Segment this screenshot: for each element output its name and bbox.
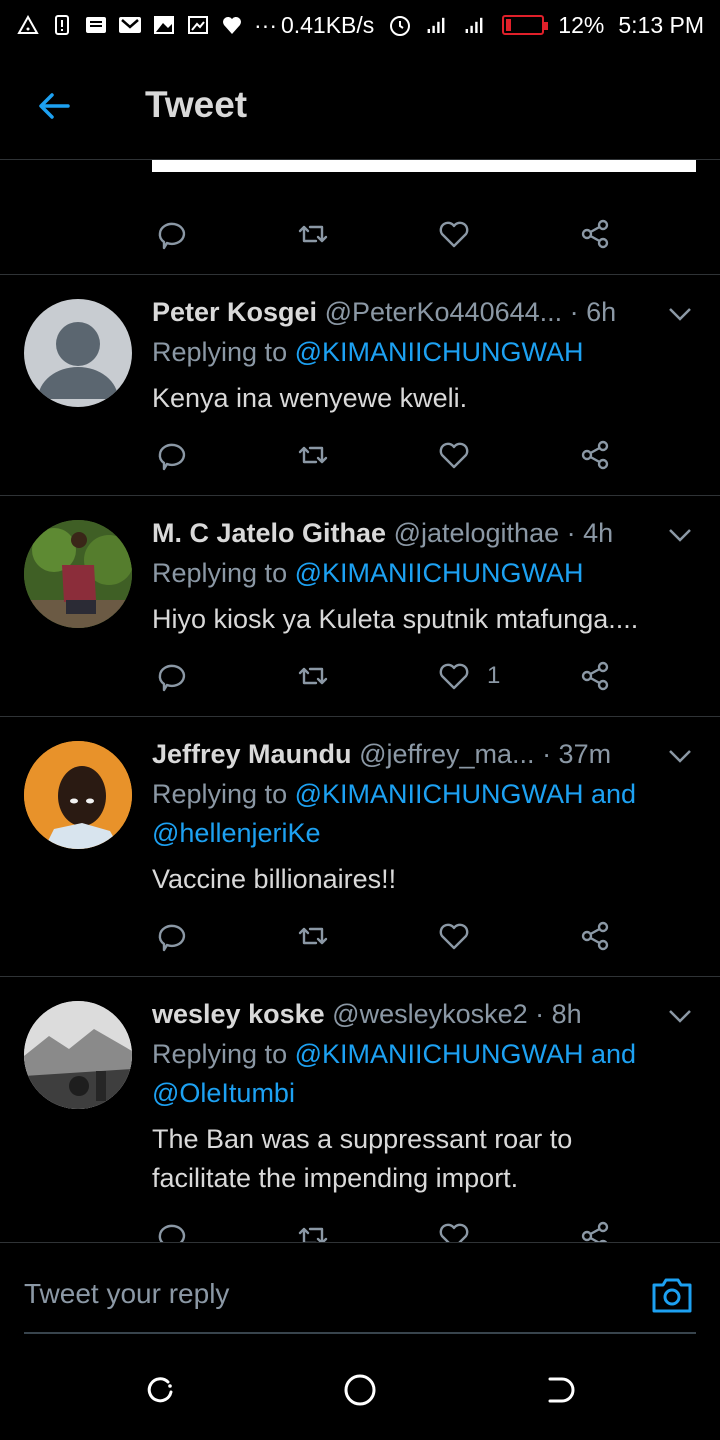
- reply-icon[interactable]: [152, 656, 192, 696]
- divider: [0, 716, 720, 717]
- timestamp: · 4h: [566, 518, 614, 548]
- heart-notification-icon: [220, 14, 244, 36]
- reply-icon[interactable]: [152, 214, 192, 254]
- reply-icon[interactable]: [152, 916, 192, 956]
- message-icon: [84, 14, 108, 36]
- chevron-down-icon[interactable]: [664, 298, 696, 330]
- tweet-text-line: The Ban was a suppressant roar to: [152, 1124, 573, 1154]
- recent-apps-icon[interactable]: [142, 1372, 178, 1408]
- retweet-icon[interactable]: [293, 214, 333, 254]
- mention-link[interactable]: @KIMANIICHUNGWAH: [295, 558, 584, 588]
- replying-to: Replying to @KIMANIICHUNGWAH: [152, 554, 692, 593]
- tweet-actions: [152, 435, 632, 475]
- chevron-down-icon[interactable]: [664, 519, 696, 551]
- mention-link[interactable]: @OleItumbi: [152, 1078, 295, 1108]
- reply-icon[interactable]: [152, 435, 192, 475]
- replying-prefix: Replying to: [152, 779, 295, 809]
- author-handle[interactable]: @wesleykoske2: [332, 999, 528, 1029]
- author-name[interactable]: Peter Kosgei: [152, 297, 317, 327]
- reply-input[interactable]: Tweet your reply: [24, 1278, 229, 1310]
- avatar[interactable]: [24, 1001, 132, 1109]
- tweet-actions: [152, 214, 632, 254]
- tweet-text: Kenya ina wenyewe kweli.: [152, 383, 468, 413]
- avatar[interactable]: [24, 741, 132, 849]
- mention-link[interactable]: @KIMANIICHUNGWAH: [295, 337, 584, 367]
- retweet-icon[interactable]: [293, 916, 333, 956]
- author-name[interactable]: M. C Jatelo Githae: [152, 518, 386, 548]
- system-nav-bar: [0, 1340, 720, 1440]
- home-icon[interactable]: [342, 1372, 378, 1408]
- timestamp: · 37m: [542, 739, 612, 769]
- like-icon[interactable]: [434, 656, 474, 696]
- tweet-actions: [152, 1214, 632, 1242]
- chevron-down-icon[interactable]: [664, 1000, 696, 1032]
- share-icon[interactable]: [575, 656, 615, 696]
- tweet-actions: 1: [152, 656, 632, 696]
- replying-prefix: Replying to: [152, 337, 295, 367]
- retweet-icon[interactable]: [293, 1216, 333, 1242]
- like-icon[interactable]: [434, 435, 474, 475]
- tweet-actions: [152, 916, 632, 956]
- compose-divider: [0, 1242, 720, 1243]
- replying-to: Replying to @KIMANIICHUNGWAH and @OleItu…: [152, 1035, 692, 1113]
- chevron-down-icon[interactable]: [664, 740, 696, 772]
- author-handle[interactable]: @PeterKo440644...: [325, 297, 563, 327]
- mention-link[interactable]: @KIMANIICHUNGWAH and: [295, 1039, 636, 1069]
- compose-underline: [24, 1332, 696, 1334]
- sim-alert-icon: [50, 14, 74, 36]
- tweet-media[interactable]: [152, 160, 696, 172]
- signal-icon-2: [464, 14, 488, 36]
- share-icon[interactable]: [575, 916, 615, 956]
- replying-prefix: Replying to: [152, 558, 295, 588]
- like-count: 1: [487, 662, 501, 689]
- avatar[interactable]: [24, 299, 132, 407]
- notification-icons: ···: [16, 12, 277, 39]
- signal-icon: [426, 14, 450, 36]
- author-name[interactable]: Jeffrey Maundu: [152, 739, 352, 769]
- gmail-icon: [118, 14, 142, 36]
- image-icon: [186, 14, 210, 36]
- back-arrow-icon[interactable]: [34, 86, 74, 126]
- app-bar: Tweet: [0, 50, 720, 160]
- clock: 5:13 PM: [618, 11, 704, 38]
- divider: [0, 274, 720, 275]
- divider: [0, 495, 720, 496]
- page-title: Tweet: [145, 84, 248, 125]
- replying-prefix: Replying to: [152, 1039, 295, 1069]
- gallery-icon: [152, 14, 176, 36]
- tweet-text: Hiyo kiosk ya Kuleta sputnik mtafunga...…: [152, 604, 639, 634]
- tweet-text: The Ban was a suppressant roar to facili…: [152, 1120, 692, 1198]
- back-nav-icon[interactable]: [542, 1372, 578, 1408]
- camera-icon[interactable]: [650, 1273, 694, 1317]
- timestamp: · 8h: [535, 999, 582, 1029]
- timestamp: · 6h: [569, 297, 617, 327]
- share-icon[interactable]: [575, 214, 615, 254]
- retweet-icon[interactable]: [293, 656, 333, 696]
- tweet-text-line: facilitate the impending import.: [152, 1163, 519, 1193]
- reply-icon[interactable]: [152, 1216, 192, 1242]
- like-icon[interactable]: [434, 214, 474, 254]
- author-handle[interactable]: @jeffrey_ma...: [359, 739, 534, 769]
- like-icon[interactable]: [434, 1216, 474, 1242]
- warning-icon: [16, 14, 40, 36]
- retweet-icon[interactable]: [293, 435, 333, 475]
- network-speed: 0.41KB/s: [280, 11, 375, 38]
- divider: [0, 976, 720, 977]
- share-icon[interactable]: [575, 1216, 615, 1242]
- avatar[interactable]: [24, 520, 132, 628]
- like-icon[interactable]: [434, 916, 474, 956]
- mention-link[interactable]: @KIMANIICHUNGWAH and: [295, 779, 636, 809]
- battery-icon: [502, 15, 549, 35]
- tweet-text: Vaccine billionaires!!: [152, 864, 397, 894]
- share-icon[interactable]: [575, 435, 615, 475]
- author-handle[interactable]: @jatelogithae: [394, 518, 560, 548]
- more-notifications-dots: ···: [254, 11, 277, 38]
- status-bar: ··· 0.41KB/s 12% 5:13 PM: [0, 0, 720, 50]
- replying-to: Replying to @KIMANIICHUNGWAH: [152, 333, 692, 372]
- mention-link[interactable]: @hellenjeriKe: [152, 818, 321, 848]
- alarm-icon: [388, 14, 412, 36]
- author-name[interactable]: wesley koske: [152, 999, 325, 1029]
- replying-to: Replying to @KIMANIICHUNGWAH and @hellen…: [152, 775, 692, 853]
- battery-percent: 12%: [558, 11, 605, 38]
